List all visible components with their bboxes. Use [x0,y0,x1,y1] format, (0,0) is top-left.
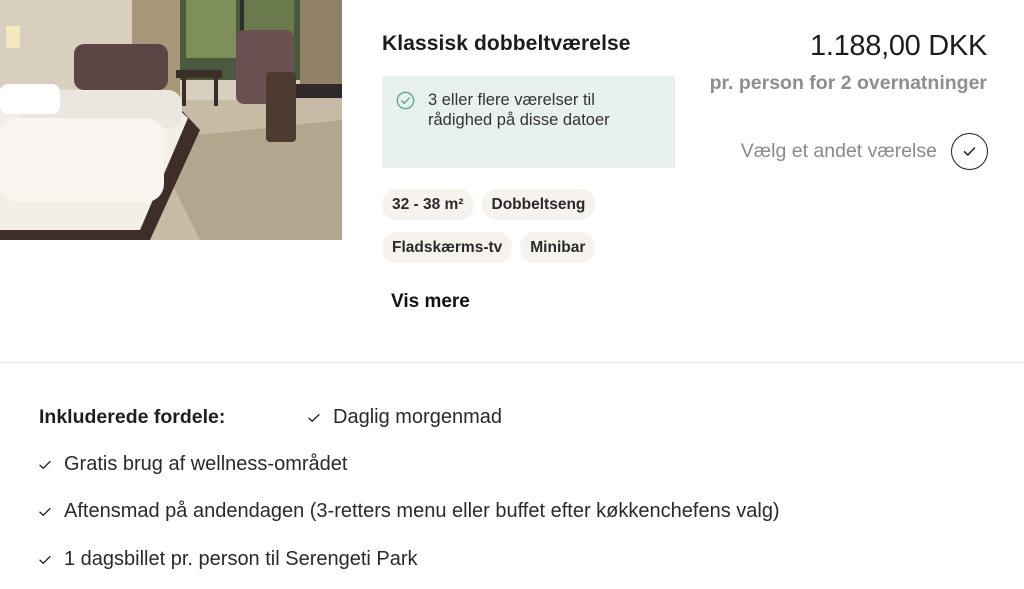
availability-notice: 3 eller flere værelser til rådighed på d… [382,76,675,168]
benefit-item: 1 dagsbillet pr. person til Serengeti Pa… [39,548,418,571]
benefit-text: Gratis brug af wellness-området [64,453,348,475]
select-room-button[interactable]: Vælg et andet værelse [741,133,988,170]
select-room-label: Vælg et andet værelse [740,140,937,162]
feature-chip-tv: Fladskærms-tv [382,232,513,263]
check-icon [308,413,320,422]
selected-check-circle[interactable] [951,133,988,170]
feature-row: 32 - 38 m² Dobbeltseng [382,189,682,220]
benefit-text: 1 dagsbillet pr. person til Serengeti Pa… [64,548,418,570]
benefit-item: Daglig morgenmad [308,406,502,429]
show-more-button[interactable]: Vis mere [391,291,470,313]
check-circle-icon [396,91,415,110]
room-features: 32 - 38 m² Dobbeltseng Fladskærms-tv Min… [382,189,682,275]
feature-row: Fladskærms-tv Minibar [382,232,682,263]
availability-text: 3 eller flere værelser til rådighed på d… [428,91,610,129]
room-photo[interactable] [0,0,342,240]
room-photo-image [0,0,342,240]
benefits-heading: Inkluderede fordele: [39,406,226,428]
benefit-text: Daglig morgenmad [333,406,502,428]
check-icon [963,147,976,156]
check-icon [39,460,51,469]
benefit-item: Gratis brug af wellness-området [39,453,347,476]
feature-chip-size: 32 - 38 m² [382,189,474,220]
benefit-item: Aftensmad på andendagen (3-retters menu … [39,500,780,523]
feature-chip-bed: Dobbeltseng [481,189,596,220]
check-icon [39,507,51,516]
check-icon [39,555,51,564]
room-title: Klassisk dobbeltværelse [382,32,631,55]
feature-chip-minibar: Minibar [520,232,596,263]
price-subtitle: pr. person for 2 overnatninger [709,72,987,94]
section-divider [0,362,1024,363]
room-price: 1.188,00 DKK [810,30,987,62]
benefit-text: Aftensmad på andendagen (3-retters menu … [64,500,780,522]
